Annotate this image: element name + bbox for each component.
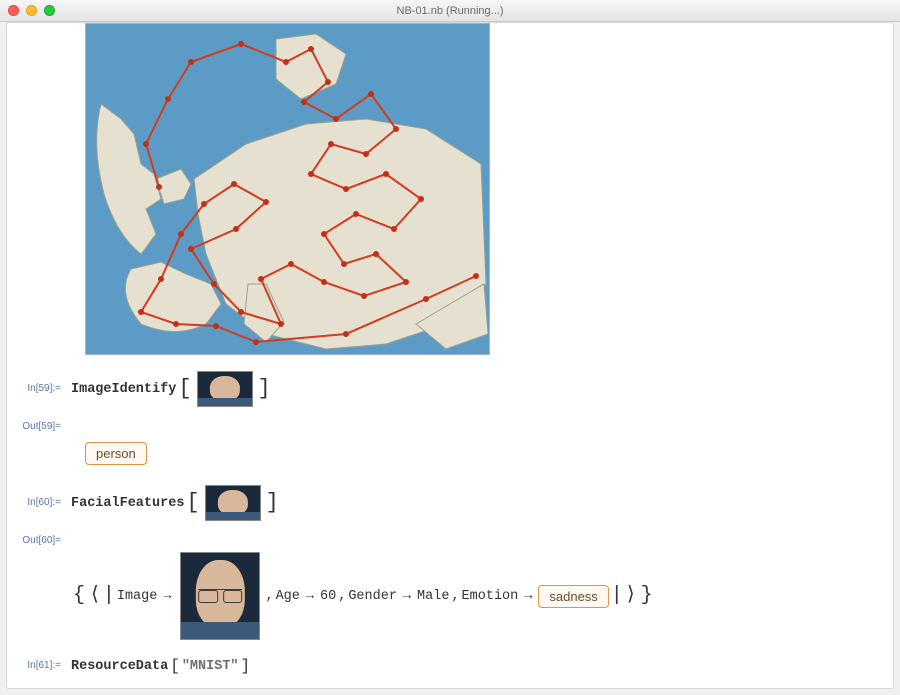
open-bracket: [: [184, 492, 201, 514]
close-bracket: ]: [256, 378, 273, 400]
rbrace: }: [639, 586, 655, 606]
out-content: [65, 529, 893, 533]
notebook[interactable]: In[59]:= ImageIdentify [ ] Out[59]= pers…: [6, 22, 894, 689]
europe-map: [85, 23, 490, 355]
fn-name: ImageIdentify: [71, 382, 176, 397]
key-gender: Gender: [348, 589, 397, 604]
out-label: Out[60]=: [7, 529, 65, 546]
in-label: In[59]:=: [7, 369, 65, 394]
cell-in-61[interactable]: In[61]:= ResourceData["MNIST"]: [7, 656, 893, 676]
cell-in-59[interactable]: In[59]:= ImageIdentify [ ]: [7, 369, 893, 409]
code-line[interactable]: ResourceData["MNIST"]: [65, 656, 893, 676]
string-arg: "MNIST": [182, 659, 239, 674]
arrow-icon: →: [520, 589, 536, 604]
code-line[interactable]: ImageIdentify [ ]: [65, 369, 893, 409]
window-controls: [8, 5, 55, 16]
entity-tag[interactable]: sadness: [538, 585, 608, 608]
code-line[interactable]: FacialFeatures [ ]: [65, 483, 893, 523]
val-age: 60: [320, 589, 336, 604]
image-thumbnail: [205, 485, 261, 521]
rangle: ⟩: [625, 586, 637, 606]
cell-in-60[interactable]: In[60]:= FacialFeatures [ ]: [7, 483, 893, 523]
arrow-icon: →: [399, 589, 415, 604]
map-svg: [86, 24, 490, 355]
out-59-value: person: [85, 442, 893, 465]
cell-out-59: Out[59]=: [7, 415, 893, 432]
image-thumbnail: [197, 371, 253, 407]
langle: ⟨: [89, 586, 101, 606]
lbrace: {: [71, 586, 87, 606]
zoom-icon[interactable]: [44, 5, 55, 16]
titlebar: NB-01.nb (Running...): [0, 0, 900, 22]
out-content: [65, 415, 893, 419]
open-bracket: [: [176, 378, 193, 400]
out-60-value: { ⟨ | Image → , Age → 60 , Gender → Male…: [71, 552, 893, 640]
close-bracket: ]: [264, 492, 281, 514]
arrow-icon: →: [159, 589, 175, 604]
pipe: |: [611, 586, 623, 606]
fn-name: ResourceData: [71, 659, 168, 674]
key-age: Age: [276, 589, 300, 604]
val-gender: Male: [417, 589, 449, 604]
out-label: Out[59]=: [7, 415, 65, 432]
window-title: NB-01.nb (Running...): [0, 5, 900, 17]
close-bracket: ]: [239, 658, 253, 674]
pipe: |: [103, 586, 115, 606]
entity-tag[interactable]: person: [85, 442, 147, 465]
face-image: [180, 552, 260, 640]
map-output: [85, 23, 893, 355]
open-bracket: [: [168, 658, 182, 674]
comma: ,: [338, 589, 346, 604]
comma: ,: [265, 589, 273, 604]
arrow-icon: →: [302, 589, 318, 604]
close-icon[interactable]: [8, 5, 19, 16]
in-label: In[60]:=: [7, 483, 65, 508]
fn-name: FacialFeatures: [71, 496, 184, 511]
comma: ,: [451, 589, 459, 604]
key-image: Image: [117, 589, 158, 604]
in-label: In[61]:=: [7, 656, 65, 671]
key-emotion: Emotion: [462, 589, 519, 604]
cell-out-60: Out[60]=: [7, 529, 893, 546]
minimize-icon[interactable]: [26, 5, 37, 16]
association: { ⟨ | Image → , Age → 60 , Gender → Male…: [71, 552, 893, 640]
